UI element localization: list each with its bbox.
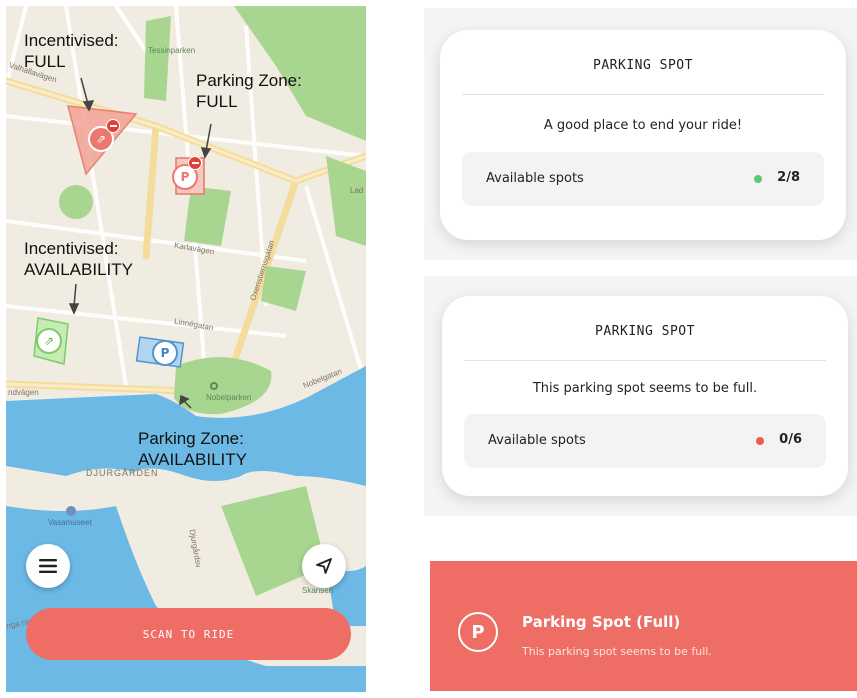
parking-zone-available-marker[interactable]: P [152, 340, 178, 366]
parking-spot-card: PARKING SPOT A good place to end your ri… [440, 30, 846, 240]
available-spots-value: 2/8 [777, 170, 800, 185]
callout-line: Parking Zone: [196, 71, 302, 90]
callout-line: Incentivised: [24, 239, 119, 258]
museum-pin-icon [66, 506, 76, 516]
status-dot-icon [756, 437, 764, 445]
place-label: Vasamuseet [48, 518, 92, 527]
scooter-icon: ⇗ [43, 334, 55, 348]
street-label: ndvägen [8, 388, 39, 397]
divider [462, 94, 824, 95]
parking-p-icon: P [160, 346, 170, 360]
park-pin-icon [210, 382, 218, 390]
card-message: This parking spot seems to be full. [532, 381, 758, 396]
callout-zone-available: Parking Zone: AVAILABILITY [138, 428, 247, 470]
status-dot-icon [754, 175, 762, 183]
callout-line: Incentivised: [24, 31, 119, 50]
navigation-arrow-icon [316, 558, 332, 574]
hamburger-menu-icon [39, 559, 57, 573]
full-badge-icon [188, 156, 202, 170]
parking-full-banner[interactable]: P Parking Spot (Full) This parking spot … [430, 561, 857, 691]
card-title: PARKING SPOT [593, 58, 693, 73]
map-view[interactable]: ⇗ P ⇗ P Valhallavägen Karlavägen Oxensti… [6, 6, 366, 692]
callout-line: FULL [196, 92, 238, 111]
parking-p-letter: P [471, 621, 485, 643]
banner-title: Parking Spot (Full) [522, 613, 681, 631]
callout-line: Parking Zone: [138, 429, 244, 448]
callout-incentivised-available: Incentivised: AVAILABILITY [24, 238, 133, 280]
scan-to-ride-button[interactable]: SCAN TO RIDE [26, 608, 351, 660]
place-label: Nobelparken [206, 393, 252, 402]
available-spots-value: 0/6 [779, 432, 802, 447]
available-spots-label: Available spots [488, 433, 586, 448]
callout-line: FULL [24, 52, 66, 71]
divider [464, 360, 826, 361]
available-spots-label: Available spots [486, 171, 584, 186]
card-message: A good place to end your ride! [543, 118, 743, 133]
scooter-icon: ⇗ [95, 132, 107, 146]
locate-me-button[interactable] [302, 544, 346, 588]
full-badge-icon [106, 119, 120, 133]
banner-subtitle: This parking spot seems to be full. [522, 645, 712, 658]
callout-line: AVAILABILITY [24, 260, 133, 279]
callout-zone-full: Parking Zone: FULL [196, 70, 302, 112]
card-title: PARKING SPOT [595, 324, 695, 339]
parking-spot-card: PARKING SPOT This parking spot seems to … [442, 296, 848, 496]
parking-p-icon: P [180, 170, 190, 184]
place-label: Tessinparken [148, 46, 196, 55]
available-spots-row: Available spots 0/6 [464, 414, 826, 468]
street-label: Lad [350, 186, 364, 195]
callout-line: AVAILABILITY [138, 450, 247, 469]
available-spots-row: Available spots 2/8 [462, 152, 824, 206]
menu-button[interactable] [26, 544, 70, 588]
parking-circle-icon: P [458, 612, 498, 652]
incentivised-available-marker[interactable]: ⇗ [36, 328, 62, 354]
card-panel-available: PARKING SPOT A good place to end your ri… [424, 8, 857, 260]
scan-to-ride-label: SCAN TO RIDE [142, 627, 235, 641]
callout-incentivised-full: Incentivised: FULL [24, 30, 119, 72]
card-panel-full: PARKING SPOT This parking spot seems to … [424, 276, 857, 516]
